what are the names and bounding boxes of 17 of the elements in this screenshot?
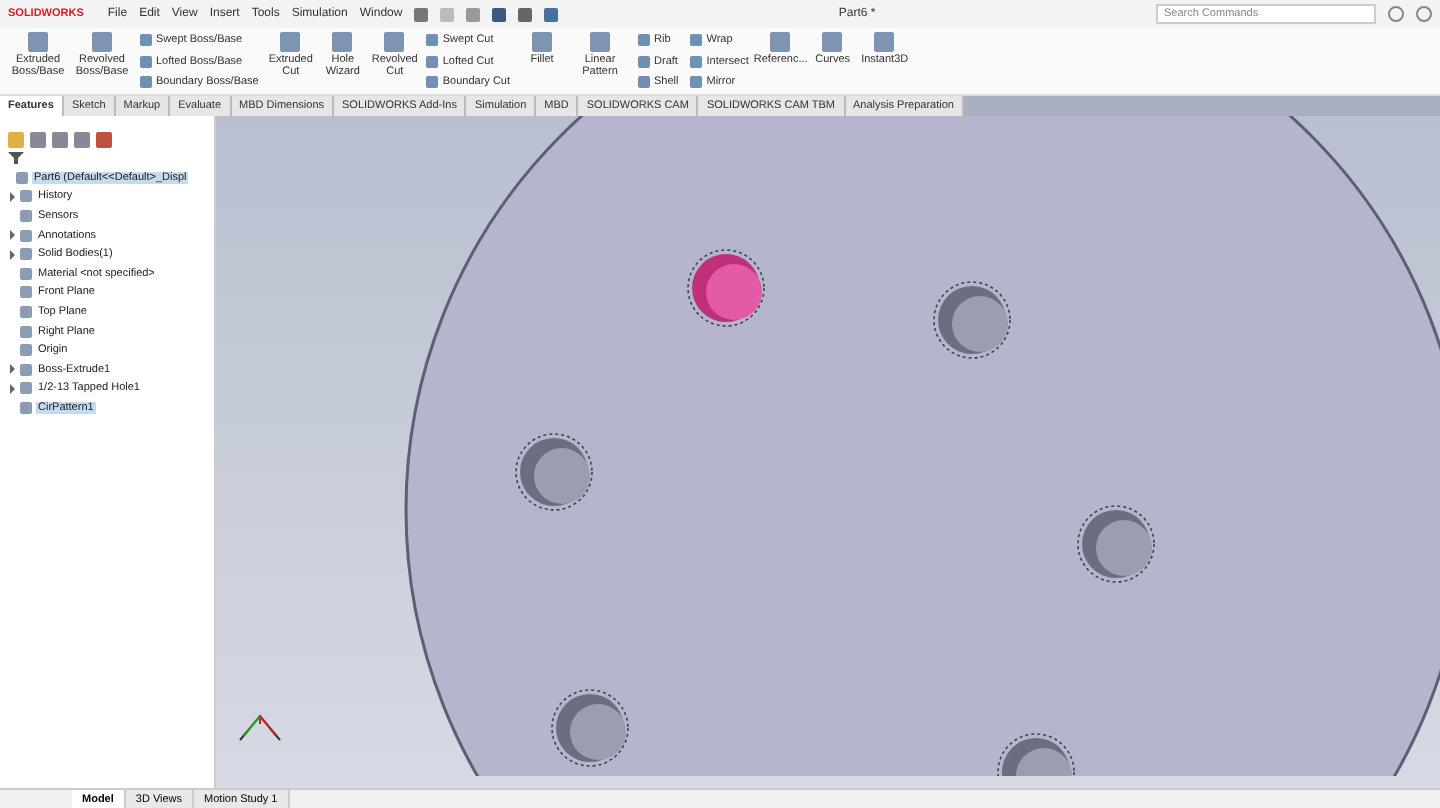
feature-icon <box>280 32 301 52</box>
expand-arrow-icon[interactable] <box>8 230 16 241</box>
filter-icon[interactable] <box>8 152 24 164</box>
expand-arrow-icon[interactable] <box>8 364 16 375</box>
feature-icon <box>92 32 112 52</box>
feature-icon <box>770 32 791 52</box>
feature-icon <box>532 32 553 52</box>
feature-icon <box>822 32 843 52</box>
expand-arrow-icon[interactable] <box>8 249 16 260</box>
triad-icon <box>239 714 281 741</box>
feature-icon <box>874 32 895 52</box>
feature-icon <box>384 32 405 52</box>
expand-arrow-icon[interactable] <box>8 191 16 202</box>
feature-icon <box>590 32 611 52</box>
expand-arrow-icon[interactable] <box>8 383 16 394</box>
feature-icon <box>332 32 353 52</box>
feature-icon <box>28 32 48 52</box>
